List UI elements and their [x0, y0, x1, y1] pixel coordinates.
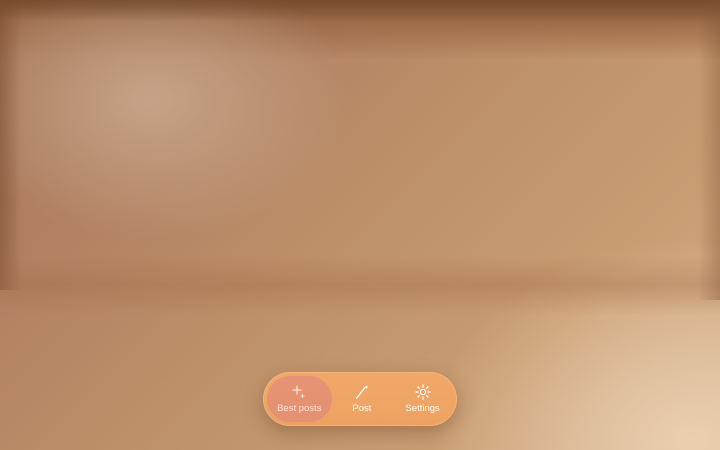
- background-left-edge: [0, 0, 22, 290]
- background-top-edge: [0, 0, 720, 22]
- nav-item-label: Post: [352, 403, 372, 414]
- pen-icon: [355, 385, 368, 399]
- nav-item-label: Settings: [405, 403, 440, 414]
- background-shadow-band: [0, 255, 720, 315]
- gear-icon: [414, 384, 431, 400]
- sparkle-icon: [292, 385, 305, 399]
- nav-item-settings[interactable]: Settings: [392, 376, 453, 422]
- nav-item-best-posts[interactable]: Best posts: [267, 376, 332, 422]
- bottom-nav-dock: Best posts Post Settings: [263, 372, 457, 426]
- nav-item-post[interactable]: Post: [332, 376, 393, 422]
- nav-item-label: Best posts: [277, 403, 322, 414]
- background-right-edge: [698, 0, 720, 300]
